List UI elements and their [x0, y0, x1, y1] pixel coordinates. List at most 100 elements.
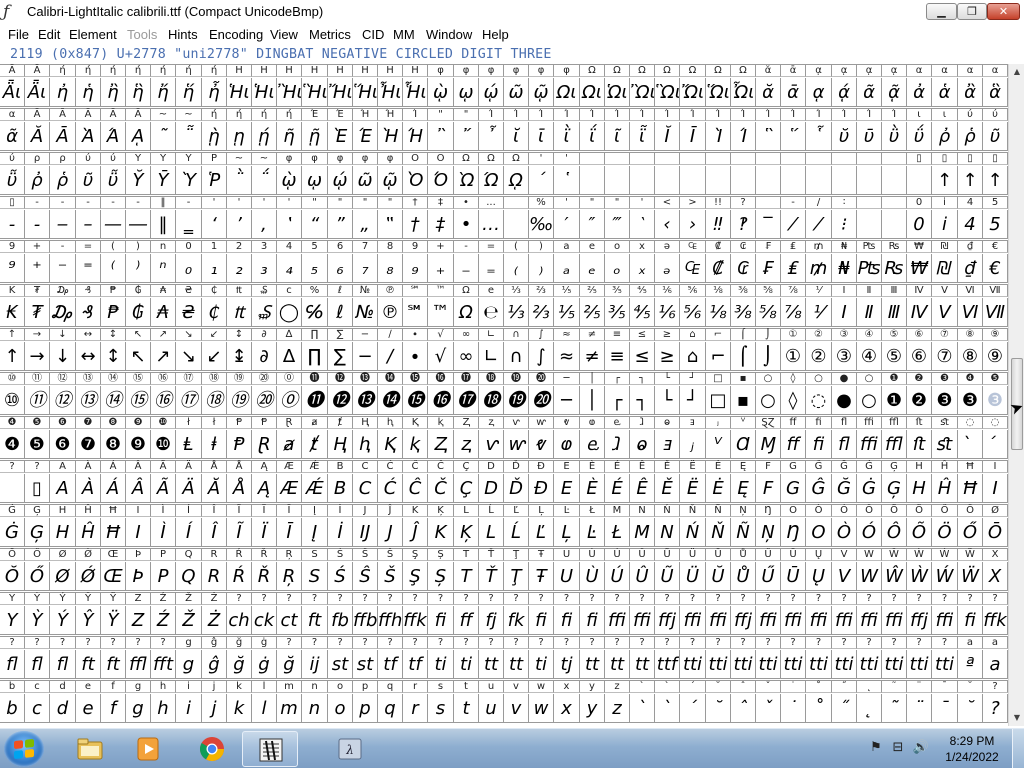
glyph-cell[interactable]: ⑱: [202, 386, 227, 415]
glyph-cell[interactable]: ∂: [252, 342, 277, 371]
glyph-cell[interactable]: ⌡: [756, 342, 781, 371]
glyph-cell[interactable]: tt: [630, 650, 655, 679]
glyph-cell[interactable]: │: [580, 386, 605, 415]
glyph-cell[interactable]: Ø: [50, 562, 76, 591]
glyph-cell[interactable]: Ώ: [479, 166, 504, 195]
glyph-cell[interactable]: tti: [731, 650, 756, 679]
glyph-cell[interactable]: ⱸ: [580, 430, 605, 459]
glyph-cell[interactable]: ἤ: [151, 78, 176, 107]
glyph-cell[interactable]: Å: [227, 474, 252, 503]
glyph-cell[interactable]: €: [983, 254, 1008, 283]
glyph-cell[interactable]: m: [277, 694, 302, 723]
menu-window[interactable]: Window: [426, 24, 472, 45]
glyph-cell[interactable]: Ⱨ: [328, 430, 353, 459]
glyph-cell[interactable]: Ő: [25, 562, 50, 591]
glyph-cell[interactable]: `: [630, 694, 655, 723]
glyph-cell[interactable]: ┌: [605, 386, 630, 415]
glyph-cell[interactable]: ˜: [882, 694, 907, 723]
glyph-cell[interactable]: Š: [378, 562, 403, 591]
glyph-cell[interactable]: Ė: [706, 474, 731, 503]
glyph-cell[interactable]: ₇: [353, 254, 378, 283]
glyph-cell[interactable]: Ń: [680, 518, 706, 547]
glyph-cell[interactable]: Ő: [958, 518, 983, 547]
glyph-cell[interactable]: ⓱: [454, 386, 479, 415]
glyph-cell[interactable]: ῎: [454, 122, 479, 151]
glyph-cell[interactable]: ₪: [932, 254, 958, 283]
glyph-cell[interactable]: ˊ: [680, 694, 706, 723]
glyph-cell[interactable]: ῷ: [529, 78, 554, 107]
glyph-cell[interactable]: Ų: [806, 562, 832, 591]
glyph-cell[interactable]: ῗ: [630, 122, 655, 151]
glyph-cell[interactable]: ⓭: [353, 386, 378, 415]
glyph-cell[interactable]: U: [554, 562, 580, 591]
glyph-cell[interactable]: ῶ: [353, 166, 378, 195]
glyph-cell[interactable]: Ö: [932, 518, 958, 547]
glyph-cell[interactable]: Ș: [428, 562, 454, 591]
glyph-cell[interactable]: ⅜: [731, 298, 756, 327]
glyph-cell[interactable]: ₮: [25, 298, 50, 327]
glyph-cell[interactable]: Ῐ: [655, 122, 680, 151]
glyph-cell[interactable]: ⑰: [176, 386, 202, 415]
glyph-cell[interactable]: st: [353, 650, 378, 679]
glyph-cell[interactable]: ğ: [227, 650, 252, 679]
glyph-cell[interactable]: ₭: [0, 298, 25, 327]
glyph-cell[interactable]: ₲: [126, 298, 151, 327]
glyph-cell[interactable]: ⑪: [25, 386, 50, 415]
glyph-cell[interactable]: ❼: [76, 430, 101, 459]
glyph-cell[interactable]: ffi: [605, 606, 630, 635]
glyph-cell[interactable]: Ῠ: [126, 166, 151, 195]
glyph-cell[interactable]: Ħ: [101, 518, 126, 547]
glyph-cell[interactable]: tt: [504, 650, 529, 679]
glyph-cell[interactable]: Ŗ: [277, 562, 302, 591]
glyph-cell[interactable]: ⅗: [605, 298, 630, 327]
glyph-cell[interactable]: ↑: [0, 342, 25, 371]
glyph-cell[interactable]: f: [101, 694, 126, 723]
glyph-cell[interactable]: [882, 210, 907, 239]
glyph-cell[interactable]: tti: [932, 650, 958, 679]
glyph-cell[interactable]: ⱨ: [353, 430, 378, 459]
glyph-cell[interactable]: Ή: [403, 122, 428, 151]
glyph-cell[interactable]: ↘: [176, 342, 202, 371]
glyph-cell[interactable]: ῟: [806, 122, 832, 151]
glyph-cell[interactable]: Œ: [101, 562, 126, 591]
glyph-cell[interactable]: ck: [252, 606, 277, 635]
glyph-cell[interactable]: ῷ: [378, 166, 403, 195]
glyph-cell[interactable]: Ï: [252, 518, 277, 547]
menu-encoding[interactable]: Encoding: [209, 24, 263, 45]
glyph-cell[interactable]: Ὡι: [605, 78, 630, 107]
glyph-cell[interactable]: c: [25, 694, 50, 723]
glyph-cell[interactable]: ○: [756, 386, 781, 415]
glyph-cell[interactable]: •: [454, 210, 479, 239]
glyph-cell[interactable]: ⁼: [76, 254, 101, 283]
glyph-cell[interactable]: Ἥι: [353, 78, 378, 107]
glyph-cell[interactable]: ⑲: [227, 386, 252, 415]
media-player-icon[interactable]: [120, 731, 176, 767]
glyph-cell[interactable]: “: [302, 210, 328, 239]
glyph-cell[interactable]: ◯: [277, 298, 302, 327]
fontforge-taskbar-icon[interactable]: [242, 731, 298, 767]
glyph-cell[interactable]: ft: [302, 606, 328, 635]
glyph-cell[interactable]: ∑: [328, 342, 353, 371]
glyph-cell[interactable]: ℗: [378, 298, 403, 327]
glyph-cell[interactable]: ⱺ: [630, 430, 655, 459]
glyph-cell[interactable]: ⱬ: [454, 430, 479, 459]
glyph-cell[interactable]: ῤ: [932, 122, 958, 151]
glyph-cell[interactable]: Q: [176, 562, 202, 591]
glyph-cell[interactable]: Ó: [857, 518, 882, 547]
network-icon[interactable]: ⊟: [889, 739, 907, 757]
glyph-cell[interactable]: w: [529, 694, 554, 723]
glyph-cell[interactable]: Ἡι: [227, 78, 252, 107]
glyph-cell[interactable]: x: [554, 694, 580, 723]
glyph-cell[interactable]: ⁺: [25, 254, 50, 283]
glyph-cell[interactable]: ↨: [227, 342, 252, 371]
glyph-cell[interactable]: ‽: [731, 210, 756, 239]
glyph-cell[interactable]: Ἢι: [277, 78, 302, 107]
glyph-cell[interactable]: Ă: [202, 474, 227, 503]
glyph-cell[interactable]: †: [403, 210, 428, 239]
glyph-cell[interactable]: Ỳ: [25, 606, 50, 635]
glyph-cell[interactable]: ἡ: [76, 78, 101, 107]
glyph-cell[interactable]: ‾: [756, 210, 781, 239]
glyph-cell[interactable]: ‹: [655, 210, 680, 239]
glyph-cell[interactable]: Ⱬ: [428, 430, 454, 459]
menu-help[interactable]: Help: [482, 24, 509, 45]
